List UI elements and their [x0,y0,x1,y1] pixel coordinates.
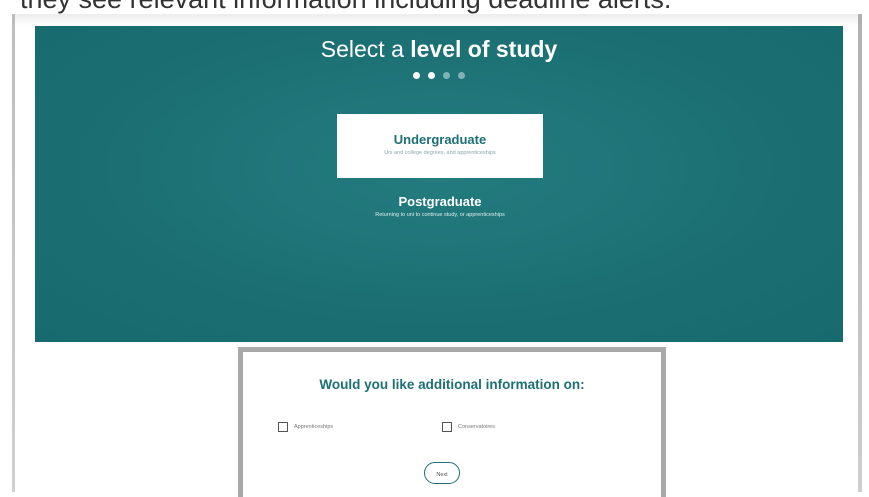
frame-border-right [858,14,862,492]
option-postgraduate[interactable]: Postgraduate Returning to uni to continu… [337,194,543,218]
step-dot-1 [413,72,420,79]
step-dot-4 [458,72,465,79]
apprenticeships-label: Apprenticeships [294,424,334,430]
frame-border-left [12,14,15,492]
hero-title-bold: level of study [410,36,558,62]
apprenticeships-checkbox[interactable] [278,422,288,432]
apprenticeships-option[interactable]: Apprenticeships [278,420,333,434]
option-undergraduate-title: Undergraduate [393,132,487,147]
hero-title: Select a level of study [35,34,843,64]
option-postgraduate-subtitle: Returning to uni to continue study, or a… [375,212,505,218]
hero-title-light: Select a [320,36,411,62]
option-postgraduate-title: Postgraduate [398,194,482,209]
additional-info-panel: Would you like additional information on… [238,347,666,497]
step-dot-2 [428,72,435,79]
conservatoires-checkbox[interactable] [442,422,452,432]
option-undergraduate-subtitle: Uni and college degrees, and apprentices… [384,150,496,156]
frame-top-shadow [15,14,858,26]
step-dot-3 [443,72,450,79]
top-caption: they see relevant information including … [20,0,671,15]
level-of-study-hero: Select a level of study Undergraduate Un… [35,26,843,342]
conservatoires-option[interactable]: Conservatoires [442,420,495,434]
option-undergraduate[interactable]: Undergraduate Uni and college degrees, a… [337,114,543,178]
step-indicator [35,72,843,79]
conservatoires-label: Conservatoires [458,424,495,430]
additional-info-heading: Would you like additional information on… [319,377,585,392]
next-button[interactable]: Next [424,462,460,484]
